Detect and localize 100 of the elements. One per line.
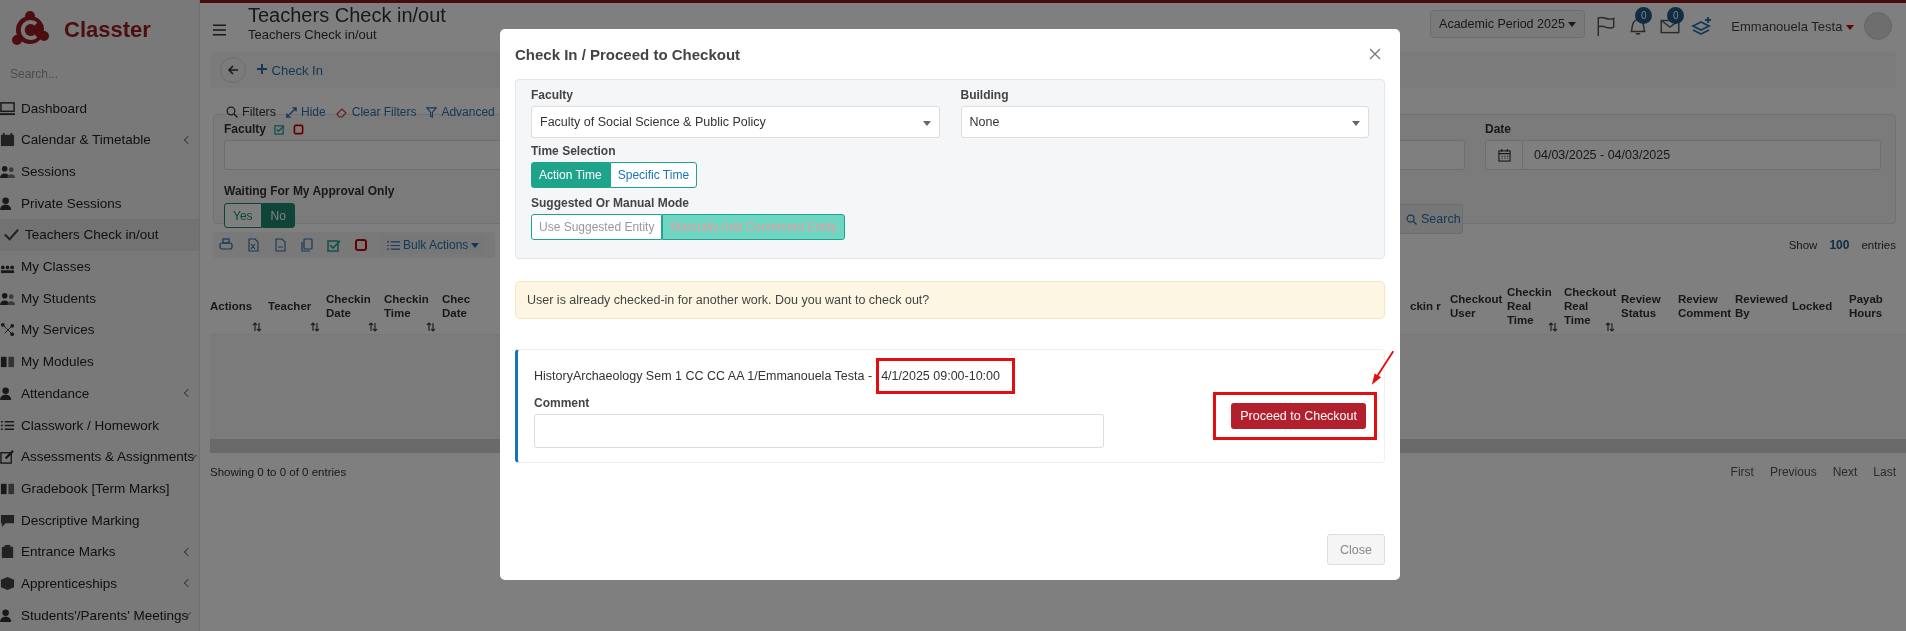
sort-icon[interactable] [368,322,378,332]
copy-icon[interactable] [300,238,314,252]
show-label: Show [1788,239,1818,251]
sort-icon[interactable] [426,322,436,332]
hide-link[interactable]: Hide [286,103,326,121]
cube-icon [0,575,15,591]
building-select[interactable]: None [960,106,1369,138]
field-label: Date [1485,122,1511,136]
menu-item[interactable]: My Modules [0,345,199,378]
sort-icon[interactable] [1605,322,1615,332]
file-icon[interactable] [246,238,260,252]
menu-item[interactable]: Calendar & Timetable [0,124,199,156]
field-label: Comment [534,396,591,410]
menu-item[interactable]: My Services [0,314,199,346]
toggle-option[interactable]: Yes [224,203,262,228]
column-header[interactable]: Locked [1792,278,1849,334]
breadcrumb: Teachers Check in/out [248,27,378,42]
arrow-left-icon [227,64,239,76]
close-icon[interactable] [1369,48,1381,60]
menu-item[interactable]: Attendance [0,377,199,410]
column-header[interactable]: Review Status [1621,278,1678,334]
advanced-filters-link[interactable]: Advanced [426,103,495,121]
menu-item[interactable]: Apprenticeships [0,567,199,600]
segment-option[interactable]: Specific Time [609,162,698,188]
layers-plus-icon[interactable] [1691,15,1714,37]
menu-item[interactable]: My Students [0,282,199,315]
pagination-link[interactable]: Last [1873,465,1896,479]
pencil-icon [0,449,15,465]
monitor-icon [0,100,15,116]
column-header[interactable]: Checkin Real Time [1507,278,1564,334]
file-icon[interactable] [273,238,287,252]
funnel-icon [426,106,438,118]
calendar-icon [1497,148,1511,162]
checkbox-icon[interactable] [327,238,341,252]
deselect-icon[interactable] [293,123,304,135]
calendar-icon [0,132,15,148]
menu-item[interactable]: Gradebook [Term Marks] [0,472,199,505]
column-header[interactable]: ckin r [1410,278,1450,334]
message-badge: 0 [1667,7,1685,24]
sort-icon[interactable] [310,322,320,332]
segment-option[interactable]: Use Suggested Entity [531,214,663,240]
pagination-link[interactable]: Previous [1769,465,1817,479]
sort-icon[interactable] [252,322,262,332]
search-button[interactable]: Search [1397,204,1463,234]
menu-item[interactable]: Assessments & Assignments [0,440,199,473]
menu-icon[interactable] [213,24,226,36]
search-icon [226,106,238,118]
warning-alert: User is already checked-in for another work. Dou you want to check out? [515,281,1385,319]
back-button[interactable] [220,57,246,83]
column-header[interactable]: Review Comment [1678,278,1735,334]
toggle-option[interactable]: No [261,203,295,228]
print-icon[interactable] [219,238,233,252]
menu-item[interactable]: Sessions [0,155,199,188]
column-header[interactable]: Checkout Real Time [1564,278,1621,334]
brand-name: Classter [64,17,151,44]
field-label: Faculty [531,88,574,102]
search-icon [1406,213,1417,225]
faculty-select[interactable]: Faculty of Social Science & Public Policy [531,106,940,138]
close-button[interactable]: Close [1327,534,1385,565]
date-range-field[interactable]: 04/03/2025 - 04/03/2025 [1485,140,1881,170]
segment-option[interactable]: Action Time [531,162,610,188]
entry-title: HistoryArchaeology Sem 1 CC CC AA 1/Emmanouela Testa - [534,369,873,383]
menu-item[interactable]: Dashboard [0,92,199,124]
comment-field[interactable] [534,414,1104,448]
field-label: Suggested Or Manual Mode [531,196,690,210]
expand-arrows-icon [286,106,298,118]
nodes-icon [0,322,15,338]
pagination-link[interactable]: First [1730,465,1754,479]
column-header[interactable]: Teacher [268,278,326,334]
column-header[interactable]: Reviewed By [1735,278,1792,334]
page-size-select[interactable]: 100 [1823,238,1856,252]
menu-item[interactable]: Entrance Marks [0,535,199,568]
proceed-checkout-button[interactable]: Proceed to Checkout [1231,403,1366,429]
square-icon[interactable] [354,238,368,252]
user-menu[interactable]: Emmanouela Testa [1723,18,1854,34]
field-label: Time Selection [531,144,617,158]
menu-item[interactable]: My Classes [0,250,199,283]
field-label: Building [960,88,1010,102]
select-all-icon[interactable] [274,123,285,135]
filters-toggle[interactable]: Filters [226,103,277,121]
column-header[interactable]: Checkout User [1450,278,1507,334]
column-header[interactable]: Chec Date [442,278,472,334]
column-header[interactable]: Payab Hours [1849,278,1906,334]
people-icon [0,290,15,306]
menu-item[interactable]: Private Sessions [0,187,199,220]
book-icon [0,354,15,370]
menu-item[interactable]: Classwork / Homework [0,409,199,441]
sort-icon[interactable] [1548,322,1558,332]
column-header[interactable]: Checkin Time [384,278,442,334]
pagination-link[interactable]: Next [1832,465,1858,479]
column-header[interactable]: Actions [210,278,268,334]
clear-filters-link[interactable]: Clear Filters [335,103,417,121]
check-in-button[interactable]: Check In [256,62,323,78]
people-icon [0,164,15,180]
menu-item[interactable]: Teachers Check in/out [0,219,199,251]
entry-time: 4/1/2025 09:00-10:00 [876,358,1015,394]
menu-item[interactable]: Students'/Parents' Meetings [0,599,199,631]
period-dropdown[interactable]: Academic Period 2025 [1430,10,1586,38]
menu-item[interactable]: Descriptive Marking [0,504,199,536]
column-header[interactable]: Checkin Date [326,278,384,334]
